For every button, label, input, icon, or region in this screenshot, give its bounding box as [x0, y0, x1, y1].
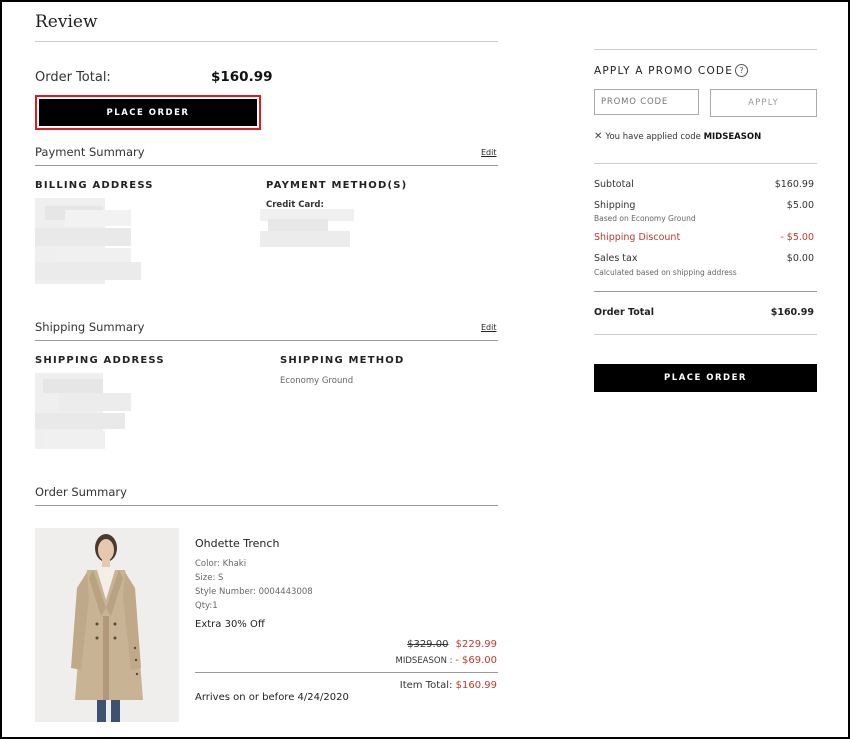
apply-promo-button[interactable]: APPLY: [710, 89, 817, 117]
item-total-label: Item Total:: [399, 680, 456, 691]
help-icon[interactable]: ?: [735, 64, 748, 77]
discount-value: - $69.00: [455, 655, 497, 666]
product-price-row: $329.00 $229.99: [407, 639, 497, 650]
product-size: Size: S: [195, 573, 224, 583]
sale-price: $229.99: [455, 639, 497, 650]
shipping-divider: [35, 340, 498, 341]
shipping-edit-link[interactable]: Edit: [481, 323, 497, 332]
product-style-number: Style Number: 0004443008: [195, 587, 313, 597]
sales-tax-value: $0.00: [786, 253, 814, 264]
shipping-address-redacted: [35, 373, 131, 449]
applied-code: MIDSEASON: [703, 132, 762, 142]
shipping-label: Shipping: [594, 200, 636, 211]
shipping-sub: Based on Economy Ground: [594, 214, 696, 223]
product-discount-row: MIDSEASON : - $69.00: [396, 655, 497, 666]
item-total-row: Item Total: $160.99: [400, 680, 497, 691]
subtotal-label: Subtotal: [594, 179, 634, 190]
shipping-summary-title: Shipping Summary: [35, 320, 145, 334]
page-title: Review: [35, 12, 98, 32]
order-summary-divider: [35, 505, 498, 506]
billing-address-label: BILLING ADDRESS: [35, 180, 154, 191]
product-promo-text: Extra 30% Off: [195, 619, 265, 630]
place-order-highlight: PLACE ORDER: [35, 95, 261, 130]
item-total-value: $160.99: [455, 680, 497, 691]
item-divider: [195, 672, 498, 673]
sidebar-place-order-button[interactable]: PLACE ORDER: [594, 364, 817, 392]
product-name[interactable]: Ohdette Trench: [195, 537, 279, 550]
payment-method-label: PAYMENT METHOD(S): [266, 180, 408, 191]
shipping-discount-label: Shipping Discount: [594, 232, 681, 243]
remove-code-icon[interactable]: ✕: [594, 131, 602, 142]
discount-label: MIDSEASON :: [395, 656, 456, 666]
summary-top-divider: [594, 163, 817, 164]
summary-bottom-divider: [594, 334, 817, 335]
checkout-review-page: Review Order Total: $160.99 PLACE ORDER …: [0, 0, 850, 739]
sidebar-order-total-value: $160.99: [770, 307, 814, 318]
original-price: $329.00: [407, 639, 449, 650]
billing-address-redacted: [35, 198, 141, 284]
shipping-value: $5.00: [786, 200, 814, 211]
place-order-button[interactable]: PLACE ORDER: [39, 99, 257, 126]
trench-coat-illustration: [35, 528, 179, 722]
sales-tax-label: Sales tax: [594, 253, 638, 264]
payment-summary-title: Payment Summary: [35, 145, 145, 159]
summary-total-divider: [594, 291, 817, 292]
promo-code-input[interactable]: [594, 89, 699, 115]
order-total-value: $160.99: [211, 69, 273, 85]
title-divider: [35, 41, 498, 42]
sidebar-top-divider: [594, 49, 817, 50]
applied-prefix: You have applied code: [605, 132, 704, 142]
sidebar-order-total-label: Order Total: [594, 307, 654, 318]
arrival-date: Arrives on or before 4/24/2020: [195, 692, 349, 703]
applied-code-row: ✕ You have applied code MIDSEASON: [594, 131, 761, 142]
subtotal-value: $160.99: [774, 179, 814, 190]
sales-tax-sub: Calculated based on shipping address: [594, 268, 737, 277]
order-total-label: Order Total:: [35, 70, 111, 85]
shipping-address-label: SHIPPING ADDRESS: [35, 355, 165, 366]
shipping-discount-value: - $5.00: [780, 232, 814, 243]
product-qty: Qty:1: [195, 601, 218, 611]
product-color: Color: Khaki: [195, 559, 247, 569]
payment-edit-link[interactable]: Edit: [481, 148, 497, 157]
shipping-method-value: Economy Ground: [280, 376, 354, 386]
payment-divider: [35, 165, 498, 166]
shipping-method-label: SHIPPING METHOD: [280, 355, 405, 366]
promo-title: APPLY A PROMO CODE: [594, 65, 734, 77]
product-image[interactable]: [35, 528, 179, 722]
credit-card-redacted: [260, 209, 354, 247]
order-summary-title: Order Summary: [35, 485, 127, 499]
